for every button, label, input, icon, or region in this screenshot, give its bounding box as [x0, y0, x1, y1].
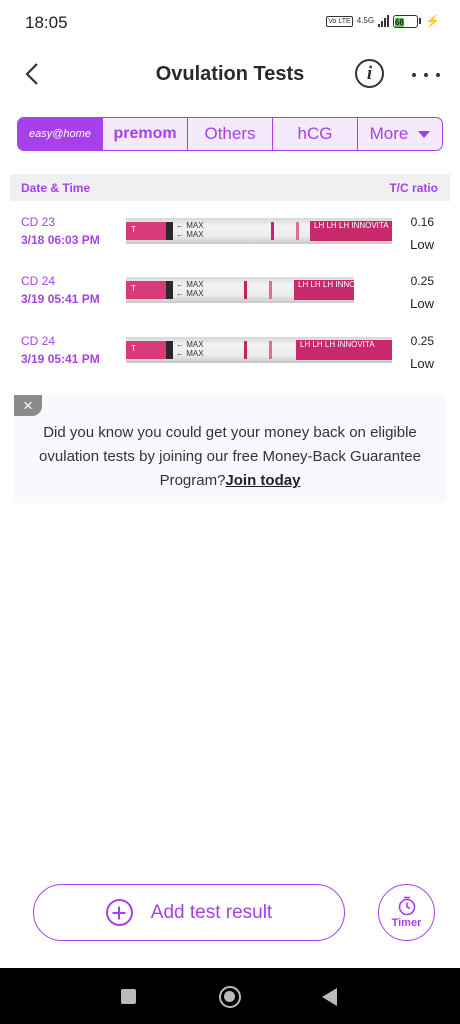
timer-button[interactable]: Timer [378, 884, 435, 941]
tab-others[interactable]: Others [188, 118, 273, 150]
close-icon[interactable]: × [14, 395, 42, 416]
column-header-date: Date & Time [21, 181, 91, 195]
caret-down-icon [418, 130, 431, 138]
test-strip-image: T ← MAX← MAX LH LH LH INNOVITA [126, 277, 354, 303]
strip-brand-label: LH LH LH INNOVITA [294, 280, 354, 300]
tc-ratio: 0.25 [410, 334, 434, 348]
cycle-day: CD 23 [21, 215, 56, 229]
signal-icon [378, 15, 390, 27]
status-time: 18:05 [25, 13, 68, 32]
result-level: Low [410, 356, 434, 371]
battery-level: 68 [395, 17, 404, 27]
money-back-promo: × Did you know you could get your money … [14, 395, 446, 503]
test-strip-image: T ← MAX← MAX LH LH LH INNOVITA [126, 337, 392, 363]
tc-ratio: 0.16 [410, 215, 434, 229]
promo-text: Did you know you could get your money ba… [39, 424, 421, 489]
info-button[interactable]: i [355, 59, 384, 88]
strip-max-label: ← MAX ← MAX [176, 340, 204, 358]
strip-brand-label: LH LH LH INNOVITA [296, 340, 392, 360]
back-triangle-icon[interactable] [322, 988, 337, 1006]
network-type: 4.5G [356, 16, 375, 25]
strip-brand-label: LH LH LH INNOVITA [310, 221, 392, 241]
test-row[interactable]: CD 23 3/18 06:03 PM T ← MAX ← MAX LH LH L… [0, 215, 460, 273]
cycle-day: CD 24 [21, 334, 56, 348]
tab-easy-home[interactable]: easy@home [18, 118, 103, 150]
table-header: Date & Time T/C ratio [10, 174, 450, 201]
strip-max-label: ← MAX ← MAX [176, 221, 204, 239]
volte-icon: Vo LTE [326, 15, 353, 27]
test-datetime: 3/18 06:03 PM [21, 233, 100, 247]
tc-ratio: 0.25 [410, 274, 434, 288]
add-test-result-button[interactable]: Add test result [33, 884, 345, 941]
test-row[interactable]: CD 24 3/19 05:41 PM T ← MAX ← MAX LH LH L… [0, 274, 460, 332]
battery-icon: 68 [393, 14, 422, 28]
cycle-day: CD 24 [21, 274, 56, 288]
charging-icon: ⚡ [425, 14, 440, 28]
tab-premom[interactable]: premom [103, 118, 188, 150]
plus-circle-icon [105, 899, 133, 926]
brand-tabs: easy@home premom Others hCG More [17, 117, 443, 151]
test-datetime: 3/19 05:41 PM [21, 352, 100, 366]
page-title: Ovulation Tests [155, 63, 305, 85]
add-test-result-label: Add test result [150, 901, 273, 923]
system-nav-bar [0, 968, 460, 1024]
status-bar: 18:05 Vo LTE 4.5G 68 ⚡ [0, 0, 460, 46]
test-datetime: 3/19 05:41 PM [21, 292, 100, 306]
status-icons: Vo LTE 4.5G 68 ⚡ [326, 14, 440, 28]
app-header: Ovulation Tests i [0, 50, 460, 98]
timer-label: Timer [391, 917, 422, 929]
home-icon[interactable] [219, 986, 241, 1008]
tab-more[interactable]: More [358, 118, 442, 150]
tab-more-label: More [369, 124, 409, 143]
timer-icon [398, 896, 415, 916]
result-level: Low [410, 237, 434, 252]
recent-apps-icon[interactable] [121, 989, 136, 1004]
column-header-ratio: T/C ratio [389, 181, 438, 195]
test-row[interactable]: CD 24 3/19 05:41 PM T ← MAX ← MAX LH LH L… [0, 334, 460, 392]
join-today-link[interactable]: Join today [225, 472, 300, 489]
more-options-button[interactable] [412, 70, 440, 80]
result-level: Low [410, 296, 434, 311]
info-icon: i [366, 62, 373, 84]
strip-max-label: ← MAX ← MAX [176, 280, 204, 298]
test-strip-image: T ← MAX← MAX LH LH LH INNOVITA [126, 218, 392, 244]
tab-hcg[interactable]: hCG [273, 118, 358, 150]
